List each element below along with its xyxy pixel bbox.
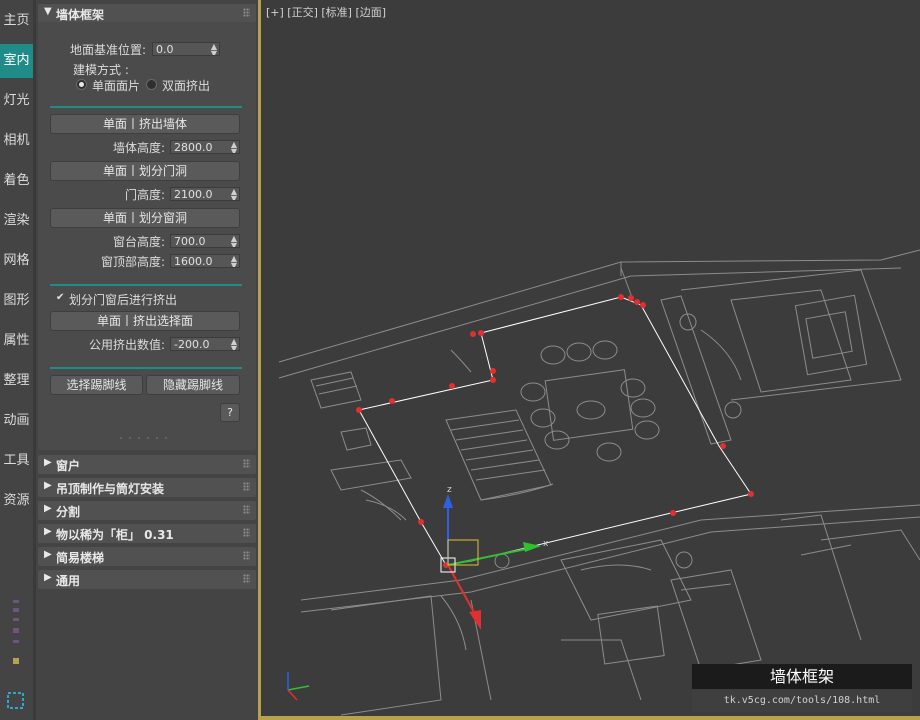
grip-icon[interactable]	[243, 574, 250, 583]
checkmark-icon[interactable]: ✔	[56, 293, 66, 303]
grip-icon[interactable]	[243, 528, 250, 537]
section-divider	[50, 106, 242, 108]
sill-height-spinner[interactable]: 700.0 ▲ ▼	[170, 234, 240, 248]
rollout-cabinet-header[interactable]: ▶ 物以稀为「柜」 0.31	[38, 524, 256, 543]
expand-arrow-icon: ▶	[44, 503, 52, 514]
wall-height-spinner[interactable]: 2800.0 ▲ ▼	[170, 140, 240, 154]
tab-mesh[interactable]: 网格	[0, 244, 33, 278]
spinner-arrows-icon[interactable]: ▲ ▼	[231, 188, 237, 200]
svg-text:x: x	[543, 539, 549, 549]
spinner-arrows-icon[interactable]: ▲ ▼	[231, 338, 237, 350]
expand-arrow-icon: ▼	[44, 6, 52, 17]
common-extrude-value: -200.0	[174, 338, 210, 351]
section-divider	[50, 367, 242, 369]
viewport[interactable]: z x	[261, 0, 920, 720]
extrude-after-split-checkbox-label[interactable]: 划分门窗后进行挤出	[69, 291, 177, 308]
tab-tools[interactable]: 工具	[0, 444, 33, 478]
tab-shapes[interactable]: 图形	[0, 284, 33, 318]
spinner-arrows-icon[interactable]: ▲ ▼	[231, 255, 237, 267]
sill-height-label: 窗台高度:	[113, 235, 166, 249]
tab-camera[interactable]: 相机	[0, 124, 33, 158]
floor-base-label: 地面基准位置:	[70, 43, 147, 57]
rollout-wall-frame-header[interactable]: ▼ 墙体框架	[38, 4, 256, 23]
section-divider	[50, 284, 242, 286]
grip-icon[interactable]	[118, 435, 174, 441]
window-top-label: 窗顶部高度:	[101, 255, 166, 269]
rollout-title: 物以稀为「柜」 0.31	[56, 528, 174, 542]
selection-box-icon[interactable]	[6, 691, 26, 711]
rollout-title: 吊顶制作与筒灯安装	[56, 482, 165, 496]
tab-home[interactable]: 主页	[0, 4, 33, 38]
grip-icon[interactable]	[243, 505, 250, 514]
rollout-general-header[interactable]: ▶ 通用	[38, 570, 256, 589]
door-height-value: 2100.0	[174, 188, 213, 201]
help-button[interactable]: ?	[220, 403, 240, 422]
window-opening-button[interactable]: 单面丨划分窗洞	[50, 208, 240, 228]
radio-single-face[interactable]	[76, 79, 87, 90]
radio-double-extrude-label[interactable]: 双面挤出	[162, 77, 210, 94]
spinner-arrows-icon[interactable]: ▲ ▼	[211, 43, 217, 55]
sill-height-value: 700.0	[174, 235, 206, 248]
extrude-wall-button[interactable]: 单面丨挤出墙体	[50, 114, 240, 134]
modeling-method-label: 建模方式 :	[73, 63, 129, 77]
hide-skirting-button[interactable]: 隐藏踢脚线	[146, 375, 240, 395]
tab-resources[interactable]: 资源	[0, 484, 33, 518]
grip-icon[interactable]	[243, 459, 250, 468]
expand-arrow-icon: ▶	[44, 526, 52, 537]
rollout-title: 窗户	[56, 459, 81, 473]
gizmo-y-arrow-icon[interactable]	[447, 564, 481, 630]
rollout-split-header[interactable]: ▶ 分割	[38, 501, 256, 520]
tab-render[interactable]: 渲染	[0, 204, 33, 238]
grip-icon[interactable]	[243, 551, 250, 560]
door-height-spinner[interactable]: 2100.0 ▲ ▼	[170, 187, 240, 201]
vertical-watermark-icon	[13, 600, 19, 664]
door-opening-button[interactable]: 单面丨划分门洞	[50, 161, 240, 181]
window-top-value: 1600.0	[174, 255, 213, 268]
window-top-spinner[interactable]: 1600.0 ▲ ▼	[170, 254, 240, 268]
tab-animation[interactable]: 动画	[0, 404, 33, 438]
wall-height-value: 2800.0	[174, 141, 213, 154]
grip-icon[interactable]	[243, 482, 250, 491]
floor-base-spinner[interactable]: 0.0 ▲ ▼	[152, 42, 220, 56]
floorplan-wireframe[interactable]: z x	[261, 0, 920, 720]
gizmo-x-arrow-icon[interactable]: x	[447, 539, 549, 566]
grip-icon[interactable]	[243, 8, 250, 17]
tool-name-box: 墙体框架	[692, 664, 912, 689]
spinner-arrows-icon[interactable]: ▲ ▼	[231, 235, 237, 247]
tab-organize[interactable]: 整理	[0, 364, 33, 398]
tab-interior[interactable]: 室内	[0, 44, 33, 78]
radio-double-extrude[interactable]	[146, 79, 157, 90]
rollout-ceiling-header[interactable]: ▶ 吊顶制作与筒灯安装	[38, 478, 256, 497]
rollout-title: 墙体框架	[56, 8, 105, 22]
expand-arrow-icon: ▶	[44, 480, 52, 491]
svg-text:z: z	[447, 485, 452, 495]
select-skirting-button[interactable]: 选择踢脚线	[50, 375, 143, 395]
command-panel: ▼ 墙体框架 地面基准位置: 0.0 ▲ ▼ 建模方式 : 单面面片 双面挤出 单…	[36, 0, 258, 720]
expand-arrow-icon: ▶	[44, 457, 52, 468]
axis-tripod-icon	[287, 672, 310, 701]
rollout-window-header[interactable]: ▶ 窗户	[38, 455, 256, 474]
expand-arrow-icon: ▶	[44, 549, 52, 560]
floor-base-value: 0.0	[156, 43, 174, 56]
side-tab-bar: 主页 室内 灯光 相机 着色 渲染 网格 图形 属性 整理 动画 工具 资源	[0, 0, 33, 720]
rollout-title: 分割	[56, 505, 81, 519]
spinner-arrows-icon[interactable]: ▲ ▼	[231, 141, 237, 153]
tool-url[interactable]: tk.v5cg.com/tools/108.html	[692, 690, 912, 712]
tab-shading[interactable]: 着色	[0, 164, 33, 198]
expand-arrow-icon: ▶	[44, 572, 52, 583]
viewport-label[interactable]: [+] [正交] [标准] [边面]	[266, 4, 386, 20]
tab-properties[interactable]: 属性	[0, 324, 33, 358]
rollout-stairs-header[interactable]: ▶ 简易楼梯	[38, 547, 256, 566]
rollout-title: 通用	[56, 574, 81, 588]
extrude-selection-button[interactable]: 单面丨挤出选择面	[50, 311, 240, 331]
viewport-bottom-border	[258, 716, 920, 720]
rollout-wall-frame-body: 地面基准位置: 0.0 ▲ ▼ 建模方式 : 单面面片 双面挤出 单面丨挤出墙体 …	[38, 22, 256, 450]
tab-lighting[interactable]: 灯光	[0, 84, 33, 118]
door-height-label: 门高度:	[125, 188, 166, 202]
rollout-title: 简易楼梯	[56, 551, 105, 565]
radio-single-face-label[interactable]: 单面面片	[92, 77, 140, 94]
common-extrude-label: 公用挤出数值:	[89, 338, 166, 352]
common-extrude-spinner[interactable]: -200.0 ▲ ▼	[170, 337, 240, 351]
wall-height-label: 墙体高度:	[113, 141, 166, 155]
